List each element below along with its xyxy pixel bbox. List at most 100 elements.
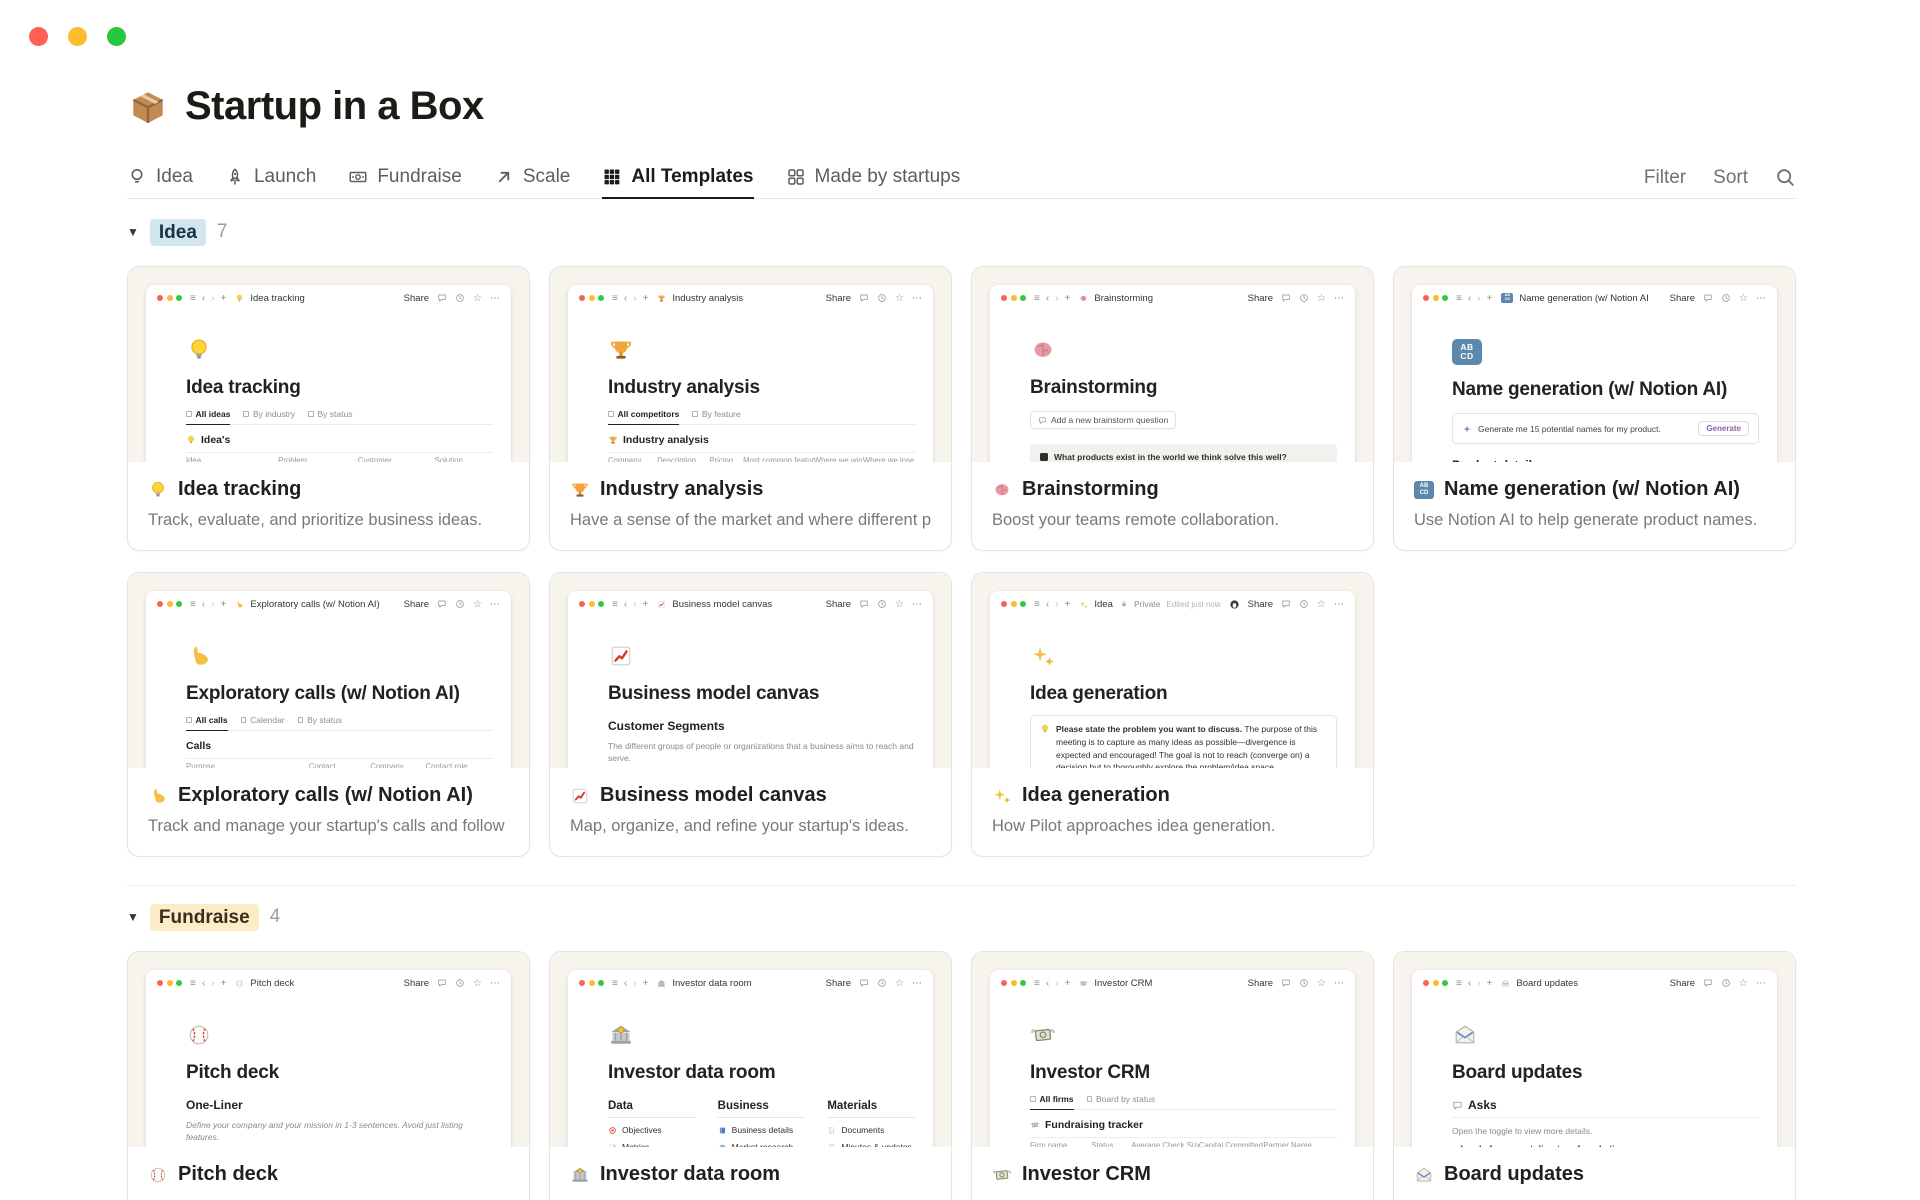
mini-tab-title: Board updates (1516, 977, 1579, 989)
template-card[interactable]: ≡ ‹ › + Brainstorming Share ☆ ⋯ Brainstorming Add… (971, 266, 1374, 551)
mini-tab-icon (235, 979, 244, 988)
column-header: Firm name (1030, 1141, 1068, 1147)
close-button[interactable] (29, 27, 48, 46)
section-badge[interactable]: Fundraise (149, 903, 259, 931)
chart-up-icon (611, 646, 631, 666)
mini-window-body: Idea generation Please state the problem … (990, 643, 1355, 768)
collapse-toggle-icon[interactable]: ▼ (127, 225, 139, 239)
tab-idea[interactable]: Idea (127, 158, 193, 199)
menu-icon: ≡ (1034, 598, 1040, 610)
template-card[interactable]: ≡ ‹ › + AB CD Name generation (w/ Notion AI) Sh… (1393, 266, 1796, 551)
section-badge[interactable]: Idea (149, 218, 206, 246)
back-icon: ‹ (201, 598, 206, 610)
search-button[interactable] (1775, 167, 1796, 189)
tab-scale[interactable]: Scale (494, 158, 570, 199)
card-preview: ≡ ‹ › + Pitch deck Share ☆ ⋯ Pitch deck One-Liner… (128, 952, 529, 1147)
bubble-gray-icon (438, 979, 446, 987)
new-page-icon: + (1064, 292, 1071, 304)
template-card[interactable]: ≡ ‹ › + Idea generation Private Edited just no… (971, 572, 1374, 857)
share-label: Share (403, 977, 430, 989)
mini-window-actions: Share ☆ ⋯ (404, 978, 500, 989)
card-title: Pitch deck (178, 1163, 279, 1185)
mini-window-toolbar: ≡ ‹ › + Investor CRM Share ☆ ⋯ (990, 970, 1355, 996)
brain-icon (1080, 295, 1087, 301)
tab-launch[interactable]: Launch (225, 158, 316, 199)
tab-all-templates[interactable]: All Templates (602, 158, 754, 199)
forward-icon: › (211, 292, 215, 304)
column-header: Description (657, 456, 697, 462)
card-preview: ≡ ‹ › + Business model canvas Share ☆ ⋯ Business… (550, 573, 951, 768)
collection-title: Idea's (186, 434, 493, 446)
table-header-row: Company Description Pricing Most common fea… (608, 452, 915, 462)
column-header: Solution (434, 456, 463, 462)
card-title: Brainstorming (1022, 478, 1159, 500)
column-header: Most common features (743, 456, 814, 462)
view-icon (297, 717, 304, 723)
collapse-toggle-icon[interactable]: ▼ (127, 910, 139, 924)
mini-window-body: Idea tracking All ideas By industry By stat… (146, 337, 511, 462)
star-icon: ☆ (473, 598, 482, 610)
filter-button[interactable]: Filter (1644, 167, 1686, 189)
mini-window-body: Pitch deck One-Liner Define your company a… (146, 1022, 511, 1147)
page-icon (186, 337, 493, 363)
card-caption: Investor data room (550, 1147, 951, 1196)
mini-paragraph: The different groups of people or organi… (608, 741, 914, 764)
template-card[interactable]: ≡ ‹ › + Pitch deck Share ☆ ⋯ Pitch deck One-Liner… (127, 951, 530, 1200)
template-card[interactable]: ≡ ‹ › + Idea tracking Share ☆ ⋯ Idea tracking All… (127, 266, 530, 551)
card-title: Board updates (1444, 1163, 1585, 1185)
envelope-icon (1502, 979, 1510, 986)
sparkles-icon (1032, 647, 1054, 666)
tab-made-by-startups[interactable]: Made by startups (786, 158, 960, 199)
star-icon: ☆ (1317, 292, 1326, 304)
mini-window-toolbar: ≡ ‹ › + AB CD Name generation (w/ Notion AI) Sh… (1412, 285, 1777, 311)
mini-tab-icon (1079, 600, 1088, 609)
more-icon: ⋯ (490, 292, 500, 304)
template-card[interactable]: ≡ ‹ › + Industry analysis Share ☆ ⋯ Industry ana… (549, 266, 952, 551)
column-header: Company (370, 762, 404, 768)
zoom-button[interactable] (107, 27, 126, 46)
share-label: Share (825, 292, 852, 304)
mini-tab-title: Name generation (w/ Notion AI) (1519, 292, 1650, 304)
sparkle-ai-icon (1463, 425, 1471, 433)
mini-window-actions: Edited just now Share ☆ ⋯ (1166, 599, 1344, 610)
share-label: Share (1247, 292, 1274, 304)
template-card[interactable]: ≡ ‹ › + Investor data room Share ☆ ⋯ Investor da… (549, 951, 952, 1200)
view-tab: Board by status (1086, 1094, 1155, 1110)
mini-traffic-lights (157, 980, 182, 986)
globe-icon (719, 1143, 726, 1147)
template-card[interactable]: ≡ ‹ › + Business model canvas Share ☆ ⋯ Business… (549, 572, 952, 857)
page-icon (1030, 643, 1337, 669)
mini-tab-icon: AB CD (1501, 293, 1514, 303)
more-icon: ⋯ (1756, 292, 1766, 304)
mini-window-actions: Share ☆ ⋯ (404, 599, 500, 610)
bubble-gray-icon (860, 600, 868, 608)
view-tabs: All competitors By feature (608, 409, 915, 425)
mini-tab-icon (235, 294, 244, 303)
card-title: Idea generation (1022, 784, 1170, 806)
block-icon (1040, 452, 1048, 461)
tab-fundraise[interactable]: Fundraise (348, 158, 462, 199)
star-icon: ☆ (473, 977, 482, 989)
baseball-icon (150, 1167, 166, 1182)
mini-page-title: Idea generation (1030, 683, 1168, 704)
page-icon (186, 1022, 493, 1048)
call-hand-icon (193, 646, 208, 665)
sort-button[interactable]: Sort (1713, 167, 1748, 189)
template-card[interactable]: ≡ ‹ › + Investor CRM Share ☆ ⋯ Investor CRM All f… (971, 951, 1374, 1200)
mini-window: ≡ ‹ › + Brainstorming Share ☆ ⋯ Brainstorming Add… (990, 285, 1355, 462)
mini-tab-title: Industry analysis (672, 292, 744, 304)
view-tabs: All calls Calendar By status (186, 715, 493, 731)
view-tab: All calls (186, 715, 228, 731)
template-card[interactable]: ≡ ‹ › + Exploratory calls (w/ Notion AI) Shar… (127, 572, 530, 857)
money-wings-icon (1031, 1028, 1055, 1042)
minimize-button[interactable] (68, 27, 87, 46)
bubble-gray-icon (1453, 1101, 1462, 1109)
template-card[interactable]: ≡ ‹ › + Board updates Share ☆ ⋯ Board updates Ask… (1393, 951, 1796, 1200)
mini-traffic-lights (579, 980, 604, 986)
card-description: Use Notion AI to help generate product n… (1414, 511, 1758, 529)
view-icon (240, 717, 247, 723)
menu-icon: ≡ (190, 292, 196, 304)
tab-label: Launch (253, 166, 317, 187)
clock-icon (878, 600, 886, 608)
back-icon: ‹ (1467, 292, 1472, 304)
